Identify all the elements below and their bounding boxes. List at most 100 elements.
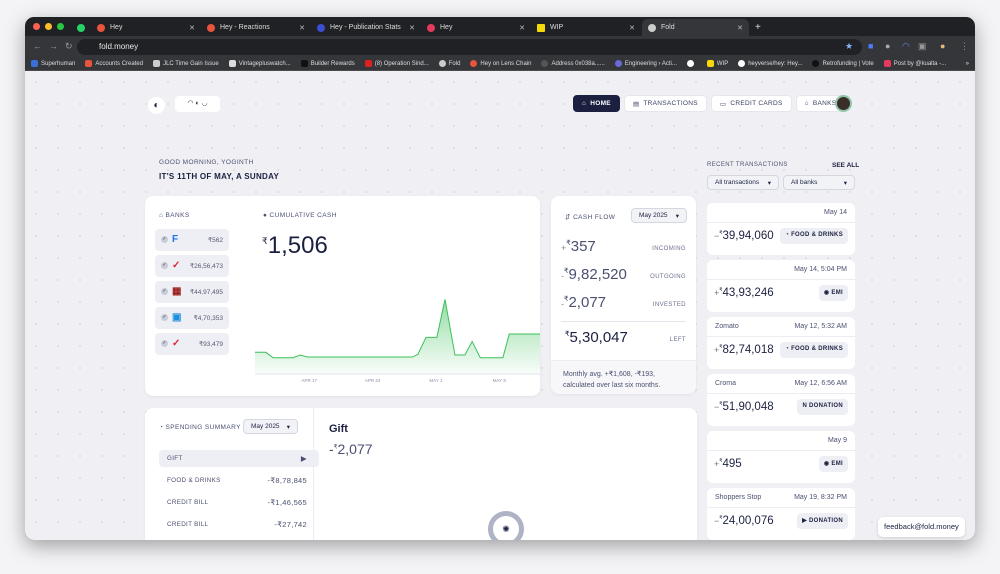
tab-bar: Hey ✕ Hey - Reactions ✕ Hey - Publication …	[25, 17, 975, 36]
url-input[interactable]: fold.money	[77, 39, 862, 55]
menu-icon[interactable]: ⋮	[960, 41, 969, 52]
tab-label: Hey	[440, 24, 453, 31]
check-icon[interactable]: ✓	[161, 262, 168, 269]
github-bookmark[interactable]	[686, 60, 697, 68]
check-icon[interactable]: ✓	[161, 314, 168, 321]
extension-icon[interactable]: ●	[885, 41, 890, 51]
bookmark[interactable]: Address 0x038a......	[541, 60, 605, 68]
nav-transactions[interactable]: ▤ TRANSACTIONS	[623, 95, 707, 112]
category-tag[interactable]: ◉ EMI	[818, 285, 848, 301]
fold-logo-icon[interactable]: ◐	[148, 97, 165, 114]
cash-flow-note: Monthly avg. +₹1,608, -₹193, calculated …	[551, 360, 696, 394]
transaction-card[interactable]: Zomato May 12, 5:32 AM +₹82,74,018 ◔ FOOD &…	[707, 317, 855, 369]
close-icon[interactable]: ✕	[737, 24, 743, 32]
bookmark[interactable]: Engineering › Acti...	[614, 60, 677, 68]
bookmark[interactable]: Retrofunding | Vote	[812, 60, 874, 68]
new-tab-button[interactable]: +	[749, 19, 767, 36]
extensions-puzzle-icon[interactable]: ▣	[918, 41, 927, 52]
category-tag[interactable]: ◔ FOOD & DRINKS	[780, 228, 848, 244]
transaction-card[interactable]: Croma May 12, 6:56 AM −₹51,90,048 N DONATIO…	[707, 374, 855, 426]
spending-category-row[interactable]: FOOD & DRINKS -₹8,78,845	[159, 472, 319, 489]
profile-avatar[interactable]: ●	[940, 41, 945, 51]
bank-row[interactable]: ✓ ✓ ₹93,479	[155, 333, 229, 355]
bookmark[interactable]: heyverse/hey: Hey...	[738, 60, 802, 68]
check-icon[interactable]: ✓	[161, 340, 168, 347]
tab-label: Hey - Reactions	[220, 24, 270, 31]
category-tag[interactable]: N DONATION	[797, 399, 848, 415]
cash-flow-icon: ⇵	[565, 214, 574, 221]
bank-row[interactable]: ✓ ▦ ₹44,97,495	[155, 281, 229, 303]
bookmark[interactable]: (8) Operation Sind...	[364, 60, 429, 68]
tab-wip[interactable]: WIP ✕	[531, 19, 641, 36]
bank-icon: ⌂	[804, 100, 809, 107]
merchant-name: Shoppers Stop	[715, 494, 762, 501]
bookmark[interactable]: Superhuman	[31, 60, 75, 68]
category-tag[interactable]: ◔ FOOD & DRINKS	[780, 342, 848, 358]
back-icon[interactable]: ←	[33, 41, 42, 51]
spending-period-select[interactable]: May 2025 ▾	[243, 419, 298, 434]
transaction-card[interactable]: Shoppers Stop May 19, 8:32 PM −₹24,00,076 ▶…	[707, 488, 855, 540]
bookmark[interactable]: Hey on Lens Chain	[470, 60, 531, 68]
bank-logo-icon: ▣	[172, 312, 182, 323]
favicon-icon	[537, 23, 545, 32]
reload-icon[interactable]: ↻	[65, 41, 73, 52]
window-controls[interactable]	[33, 23, 64, 30]
tab-fold[interactable]: Fold ✕	[642, 19, 749, 36]
bank-row[interactable]: ✓ F ₹562	[155, 229, 229, 251]
more-bookmarks-icon[interactable]: »	[966, 61, 969, 67]
close-icon[interactable]: ✕	[299, 24, 305, 32]
extension-icon[interactable]: ■	[868, 41, 873, 51]
category-tag[interactable]: ▶ DONATION	[797, 513, 848, 529]
transaction-amount: +₹495	[714, 458, 742, 470]
close-icon[interactable]: ✕	[629, 24, 635, 32]
close-icon[interactable]: ✕	[189, 24, 195, 32]
category-tag[interactable]: ◉ EMI	[818, 456, 848, 472]
close-icon[interactable]: ✕	[519, 24, 525, 32]
bank-row[interactable]: ✓ ▣ ₹4,70,353	[155, 307, 229, 329]
nav-credit-cards[interactable]: ▭ CREDIT CARDS	[710, 95, 792, 112]
spending-category-row[interactable]: GIFT ▶	[159, 450, 319, 467]
chart-line	[255, 299, 540, 359]
bank-filter[interactable]: All banks ▾	[783, 175, 855, 190]
transaction-type-filter[interactable]: All transactions ▾	[707, 175, 779, 190]
transaction-date: May 14	[824, 209, 847, 216]
feedback-button[interactable]: feedback@fold.money	[878, 517, 965, 537]
tab-hey-2[interactable]: Hey ✕	[421, 19, 531, 36]
forward-icon[interactable]: →	[49, 41, 58, 51]
tab-hey[interactable]: Hey ✕	[91, 19, 201, 36]
receipt-icon: ▤	[632, 100, 640, 108]
cash-flow-period-select[interactable]: May 2025 ▾	[631, 208, 687, 223]
card-icon: ▭	[719, 100, 727, 108]
tab-hey-reactions[interactable]: Hey - Reactions ✕	[201, 19, 311, 36]
extension-icon[interactable]: ◠	[902, 41, 910, 52]
transaction-card[interactable]: May 14 −₹39,94,060 ◔ FOOD & DRINKS	[707, 203, 855, 255]
nav-home[interactable]: ⌂ HOME	[573, 95, 620, 112]
cash-flow-row: -₹9,82,520 OUTGOING	[561, 266, 686, 283]
bookmark[interactable]: Post by @kualta -...	[883, 60, 946, 68]
bookmark[interactable]: Builder Rewards	[300, 60, 355, 68]
transaction-date: May 12, 6:56 AM	[794, 380, 847, 387]
bookmark[interactable]: Accounts Created	[85, 60, 143, 68]
transaction-card[interactable]: May 9 +₹495 ◉ EMI	[707, 431, 855, 483]
bank-row[interactable]: ✓ ✓ ₹26,56,473	[155, 255, 229, 277]
transaction-card[interactable]: May 14, 5:04 PM +₹43,93,246 ◉ EMI	[707, 260, 855, 312]
transaction-date: May 12, 5:32 AM	[794, 323, 847, 330]
theme-toggle[interactable]: ◠ ◐ ◡	[175, 96, 220, 112]
close-icon[interactable]: ✕	[409, 24, 415, 32]
user-avatar[interactable]	[835, 95, 852, 112]
cumulative-cash-chart: APR 17 APR 24 MAY 1 MAY 8	[255, 299, 540, 383]
check-icon[interactable]: ✓	[161, 288, 168, 295]
transaction-date: May 9	[827, 437, 847, 444]
bookmark[interactable]: Fold	[438, 60, 460, 68]
bookmark[interactable]: JLC Time Gain Issue	[153, 60, 219, 68]
see-all-link[interactable]: SEE ALL	[832, 162, 859, 169]
tab-hey-publication-stats[interactable]: Hey - Publication Stats ✕	[311, 19, 421, 36]
spending-category-row[interactable]: CREDIT BILL -₹1,46,565	[159, 494, 319, 511]
bookmark[interactable]: Vintagepluswatch...	[228, 60, 291, 68]
bank-logo-icon: ▦	[172, 286, 182, 297]
spending-category-row[interactable]: CREDIT BILL -₹27,742	[159, 516, 319, 533]
bookmark-star-icon[interactable]: ★	[845, 41, 853, 52]
check-icon[interactable]: ✓	[161, 236, 168, 243]
tab-whatsapp[interactable]	[71, 19, 91, 36]
bookmark[interactable]: WIP	[706, 60, 728, 68]
